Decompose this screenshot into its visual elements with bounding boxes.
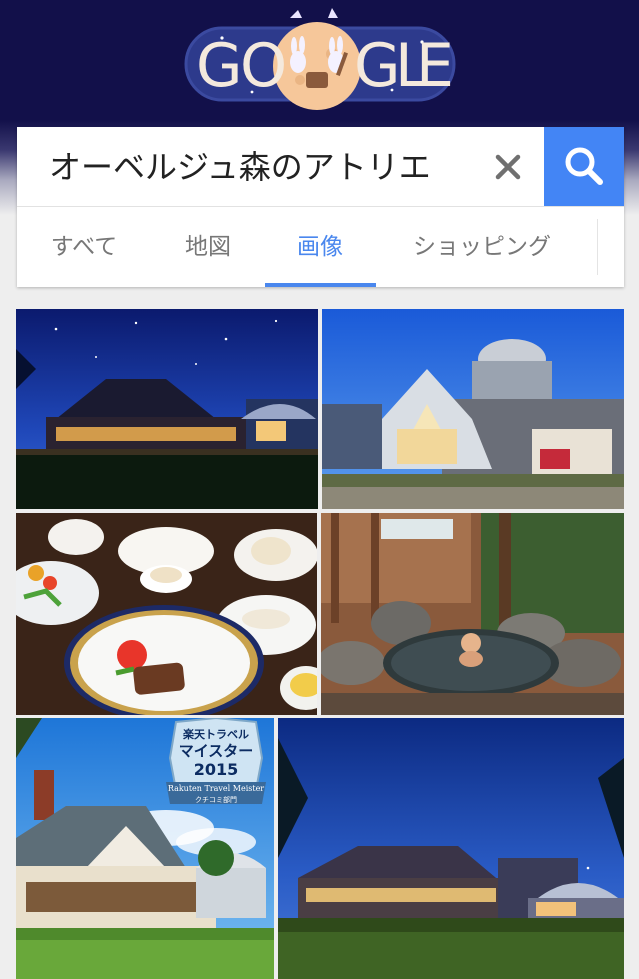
doodle-letter-g2: G [354, 31, 401, 101]
search-bar: オーベルジュ森のアトリエ [17, 127, 624, 207]
doodle-art: G O G L E [184, 8, 456, 110]
image-result-3[interactable] [16, 513, 317, 715]
search-card: オーベルジュ森のアトリエ すべて 地図 画像 ショッピング [17, 127, 624, 287]
image-result-6[interactable] [278, 718, 624, 979]
image-result-2[interactable] [322, 309, 624, 509]
result-thumbnail: 楽天トラベル マイスター 2015 Rakuten Travel Meister… [16, 718, 274, 979]
tab-all[interactable]: すべて [41, 207, 127, 287]
image-result-1[interactable] [16, 309, 318, 509]
award-badge: 楽天トラベル マイスター 2015 Rakuten Travel Meister… [166, 718, 266, 804]
image-result-5[interactable]: 楽天トラベル マイスター 2015 Rakuten Travel Meister… [16, 718, 274, 979]
search-button[interactable] [544, 127, 624, 206]
tab-divider [597, 219, 598, 275]
tab-images[interactable]: 画像 [279, 207, 361, 287]
doodle-letter-g: G [196, 31, 243, 101]
active-tab-indicator [265, 283, 376, 287]
badge-line-1: 楽天トラベル [182, 727, 249, 741]
badge-line-4: Rakuten Travel Meister [168, 784, 264, 793]
header: G O G L E [0, 0, 639, 130]
result-thumbnail [16, 309, 318, 509]
google-doodle[interactable]: G O G L E [182, 8, 457, 120]
doodle-letter-e: E [416, 31, 454, 101]
search-icon [565, 147, 603, 185]
result-thumbnail [321, 513, 624, 715]
badge-line-3: 2015 [194, 760, 239, 779]
result-thumbnail [322, 309, 624, 509]
result-thumbnail [16, 513, 317, 715]
search-tabs: すべて 地図 画像 ショッピング [17, 207, 624, 287]
close-icon [495, 154, 521, 180]
badge-line-2: マイスター [179, 742, 254, 760]
tab-shopping[interactable]: ショッピング [402, 207, 562, 287]
doodle-letter-o: O [240, 31, 287, 101]
image-result-4[interactable] [321, 513, 624, 715]
clear-search-button[interactable] [487, 146, 529, 188]
tab-maps[interactable]: 地図 [167, 207, 249, 287]
search-input[interactable]: オーベルジュ森のアトリエ [49, 145, 489, 189]
result-thumbnail [278, 718, 624, 979]
badge-line-5: クチコミ部門 [195, 795, 237, 804]
